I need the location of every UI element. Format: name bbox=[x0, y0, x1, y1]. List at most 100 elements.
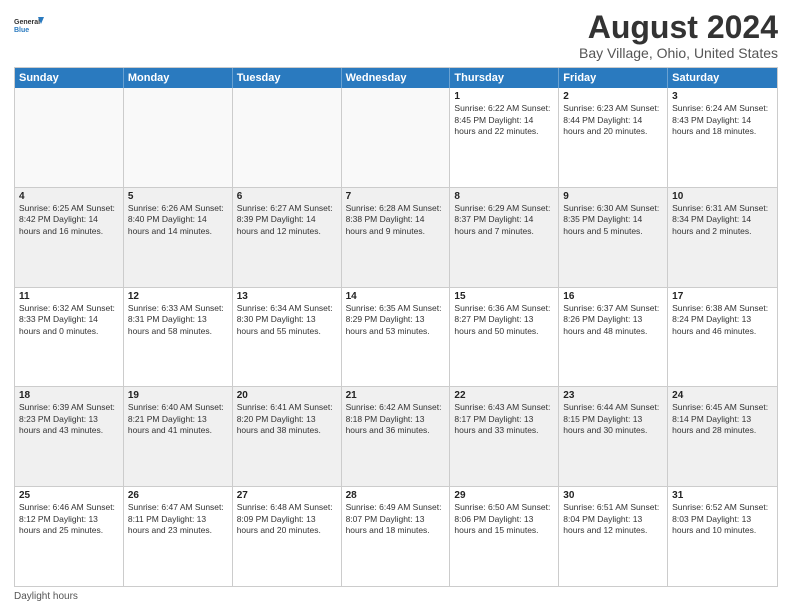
calendar-header: SundayMondayTuesdayWednesdayThursdayFrid… bbox=[15, 68, 777, 88]
day-info: Sunrise: 6:48 AM Sunset: 8:09 PM Dayligh… bbox=[237, 502, 337, 536]
day-number: 4 bbox=[19, 191, 119, 202]
day-info: Sunrise: 6:52 AM Sunset: 8:03 PM Dayligh… bbox=[672, 502, 773, 536]
cal-header-cell: Monday bbox=[124, 68, 233, 88]
cal-cell: 8Sunrise: 6:29 AM Sunset: 8:37 PM Daylig… bbox=[450, 188, 559, 287]
cal-cell: 15Sunrise: 6:36 AM Sunset: 8:27 PM Dayli… bbox=[450, 288, 559, 387]
cal-cell: 28Sunrise: 6:49 AM Sunset: 8:07 PM Dayli… bbox=[342, 487, 451, 586]
page: GeneralBlue August 2024 Bay Village, Ohi… bbox=[0, 0, 792, 612]
day-info: Sunrise: 6:51 AM Sunset: 8:04 PM Dayligh… bbox=[563, 502, 663, 536]
day-number: 15 bbox=[454, 291, 554, 302]
calendar: SundayMondayTuesdayWednesdayThursdayFrid… bbox=[14, 67, 778, 587]
cal-cell: 2Sunrise: 6:23 AM Sunset: 8:44 PM Daylig… bbox=[559, 88, 668, 187]
day-number: 10 bbox=[672, 191, 773, 202]
day-info: Sunrise: 6:37 AM Sunset: 8:26 PM Dayligh… bbox=[563, 303, 663, 337]
day-info: Sunrise: 6:43 AM Sunset: 8:17 PM Dayligh… bbox=[454, 402, 554, 436]
cal-cell: 26Sunrise: 6:47 AM Sunset: 8:11 PM Dayli… bbox=[124, 487, 233, 586]
day-number: 12 bbox=[128, 291, 228, 302]
cal-cell: 1Sunrise: 6:22 AM Sunset: 8:45 PM Daylig… bbox=[450, 88, 559, 187]
cal-cell: 29Sunrise: 6:50 AM Sunset: 8:06 PM Dayli… bbox=[450, 487, 559, 586]
day-number: 14 bbox=[346, 291, 446, 302]
day-info: Sunrise: 6:50 AM Sunset: 8:06 PM Dayligh… bbox=[454, 502, 554, 536]
day-info: Sunrise: 6:35 AM Sunset: 8:29 PM Dayligh… bbox=[346, 303, 446, 337]
cal-cell: 16Sunrise: 6:37 AM Sunset: 8:26 PM Dayli… bbox=[559, 288, 668, 387]
day-number: 11 bbox=[19, 291, 119, 302]
cal-row: 1Sunrise: 6:22 AM Sunset: 8:45 PM Daylig… bbox=[15, 88, 777, 188]
cal-header-cell: Friday bbox=[559, 68, 668, 88]
day-info: Sunrise: 6:33 AM Sunset: 8:31 PM Dayligh… bbox=[128, 303, 228, 337]
cal-cell: 18Sunrise: 6:39 AM Sunset: 8:23 PM Dayli… bbox=[15, 387, 124, 486]
day-number: 8 bbox=[454, 191, 554, 202]
day-info: Sunrise: 6:23 AM Sunset: 8:44 PM Dayligh… bbox=[563, 103, 663, 137]
day-number: 7 bbox=[346, 191, 446, 202]
day-number: 5 bbox=[128, 191, 228, 202]
day-info: Sunrise: 6:45 AM Sunset: 8:14 PM Dayligh… bbox=[672, 402, 773, 436]
day-number: 18 bbox=[19, 390, 119, 401]
cal-cell: 23Sunrise: 6:44 AM Sunset: 8:15 PM Dayli… bbox=[559, 387, 668, 486]
day-info: Sunrise: 6:31 AM Sunset: 8:34 PM Dayligh… bbox=[672, 203, 773, 237]
cal-cell: 10Sunrise: 6:31 AM Sunset: 8:34 PM Dayli… bbox=[668, 188, 777, 287]
day-info: Sunrise: 6:30 AM Sunset: 8:35 PM Dayligh… bbox=[563, 203, 663, 237]
cal-header-cell: Thursday bbox=[450, 68, 559, 88]
day-number: 1 bbox=[454, 91, 554, 102]
day-number: 3 bbox=[672, 91, 773, 102]
header: GeneralBlue August 2024 Bay Village, Ohi… bbox=[14, 10, 778, 61]
title-block: August 2024 Bay Village, Ohio, United St… bbox=[579, 10, 778, 61]
day-info: Sunrise: 6:39 AM Sunset: 8:23 PM Dayligh… bbox=[19, 402, 119, 436]
day-info: Sunrise: 6:25 AM Sunset: 8:42 PM Dayligh… bbox=[19, 203, 119, 237]
cal-header-cell: Tuesday bbox=[233, 68, 342, 88]
cal-row: 4Sunrise: 6:25 AM Sunset: 8:42 PM Daylig… bbox=[15, 188, 777, 288]
day-number: 13 bbox=[237, 291, 337, 302]
day-number: 23 bbox=[563, 390, 663, 401]
cal-cell: 3Sunrise: 6:24 AM Sunset: 8:43 PM Daylig… bbox=[668, 88, 777, 187]
cal-cell: 20Sunrise: 6:41 AM Sunset: 8:20 PM Dayli… bbox=[233, 387, 342, 486]
day-number: 26 bbox=[128, 490, 228, 501]
cal-cell bbox=[233, 88, 342, 187]
cal-header-cell: Wednesday bbox=[342, 68, 451, 88]
cal-cell: 4Sunrise: 6:25 AM Sunset: 8:42 PM Daylig… bbox=[15, 188, 124, 287]
day-info: Sunrise: 6:49 AM Sunset: 8:07 PM Dayligh… bbox=[346, 502, 446, 536]
main-title: August 2024 bbox=[579, 10, 778, 45]
day-info: Sunrise: 6:42 AM Sunset: 8:18 PM Dayligh… bbox=[346, 402, 446, 436]
day-info: Sunrise: 6:32 AM Sunset: 8:33 PM Dayligh… bbox=[19, 303, 119, 337]
day-info: Sunrise: 6:26 AM Sunset: 8:40 PM Dayligh… bbox=[128, 203, 228, 237]
day-number: 30 bbox=[563, 490, 663, 501]
cal-cell: 6Sunrise: 6:27 AM Sunset: 8:39 PM Daylig… bbox=[233, 188, 342, 287]
cal-row: 18Sunrise: 6:39 AM Sunset: 8:23 PM Dayli… bbox=[15, 387, 777, 487]
cal-cell bbox=[15, 88, 124, 187]
subtitle: Bay Village, Ohio, United States bbox=[579, 45, 778, 61]
day-info: Sunrise: 6:34 AM Sunset: 8:30 PM Dayligh… bbox=[237, 303, 337, 337]
day-number: 28 bbox=[346, 490, 446, 501]
day-number: 6 bbox=[237, 191, 337, 202]
cal-cell: 31Sunrise: 6:52 AM Sunset: 8:03 PM Dayli… bbox=[668, 487, 777, 586]
cal-cell: 12Sunrise: 6:33 AM Sunset: 8:31 PM Dayli… bbox=[124, 288, 233, 387]
day-number: 9 bbox=[563, 191, 663, 202]
svg-text:General: General bbox=[14, 19, 40, 26]
day-info: Sunrise: 6:46 AM Sunset: 8:12 PM Dayligh… bbox=[19, 502, 119, 536]
day-info: Sunrise: 6:27 AM Sunset: 8:39 PM Dayligh… bbox=[237, 203, 337, 237]
cal-row: 11Sunrise: 6:32 AM Sunset: 8:33 PM Dayli… bbox=[15, 288, 777, 388]
cal-cell: 17Sunrise: 6:38 AM Sunset: 8:24 PM Dayli… bbox=[668, 288, 777, 387]
cal-cell: 14Sunrise: 6:35 AM Sunset: 8:29 PM Dayli… bbox=[342, 288, 451, 387]
cal-cell: 22Sunrise: 6:43 AM Sunset: 8:17 PM Dayli… bbox=[450, 387, 559, 486]
day-number: 17 bbox=[672, 291, 773, 302]
logo-icon: GeneralBlue bbox=[14, 10, 44, 40]
cal-header-cell: Saturday bbox=[668, 68, 777, 88]
cal-cell: 25Sunrise: 6:46 AM Sunset: 8:12 PM Dayli… bbox=[15, 487, 124, 586]
day-number: 2 bbox=[563, 91, 663, 102]
cal-cell bbox=[124, 88, 233, 187]
cal-cell bbox=[342, 88, 451, 187]
cal-cell: 11Sunrise: 6:32 AM Sunset: 8:33 PM Dayli… bbox=[15, 288, 124, 387]
day-info: Sunrise: 6:47 AM Sunset: 8:11 PM Dayligh… bbox=[128, 502, 228, 536]
day-number: 22 bbox=[454, 390, 554, 401]
day-info: Sunrise: 6:36 AM Sunset: 8:27 PM Dayligh… bbox=[454, 303, 554, 337]
day-number: 24 bbox=[672, 390, 773, 401]
calendar-body: 1Sunrise: 6:22 AM Sunset: 8:45 PM Daylig… bbox=[15, 88, 777, 586]
day-info: Sunrise: 6:28 AM Sunset: 8:38 PM Dayligh… bbox=[346, 203, 446, 237]
svg-text:Blue: Blue bbox=[14, 27, 29, 34]
day-number: 25 bbox=[19, 490, 119, 501]
day-info: Sunrise: 6:22 AM Sunset: 8:45 PM Dayligh… bbox=[454, 103, 554, 137]
day-info: Sunrise: 6:40 AM Sunset: 8:21 PM Dayligh… bbox=[128, 402, 228, 436]
cal-cell: 7Sunrise: 6:28 AM Sunset: 8:38 PM Daylig… bbox=[342, 188, 451, 287]
day-info: Sunrise: 6:44 AM Sunset: 8:15 PM Dayligh… bbox=[563, 402, 663, 436]
cal-cell: 5Sunrise: 6:26 AM Sunset: 8:40 PM Daylig… bbox=[124, 188, 233, 287]
